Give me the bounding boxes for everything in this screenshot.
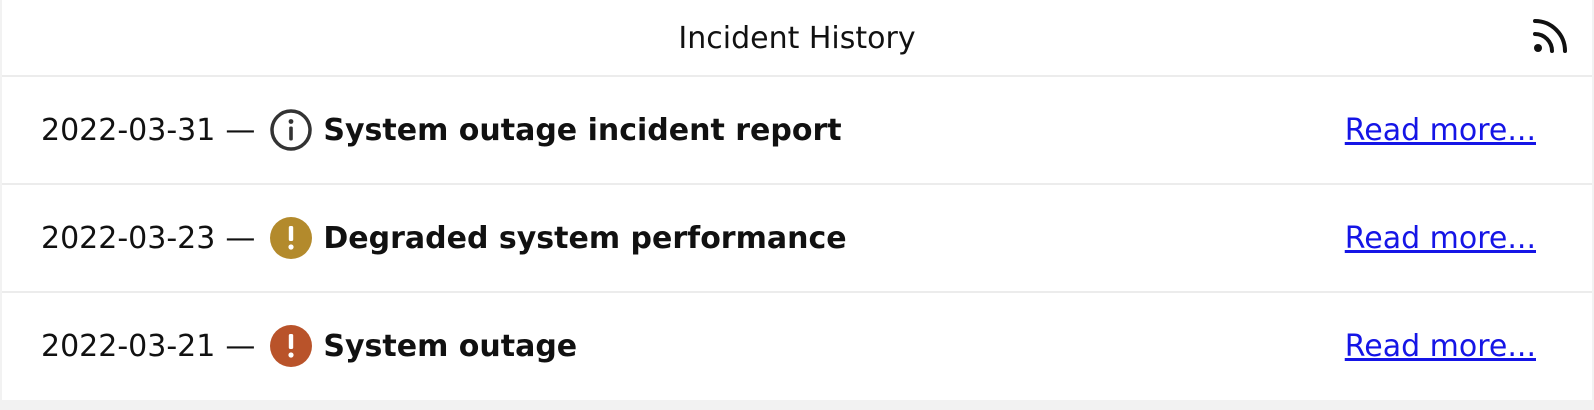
incident-title: Degraded system performance — [323, 220, 847, 256]
incident-history-header: Incident History — [2, 0, 1592, 77]
incident-row: 2022-03-21 — System outage Read more... — [2, 293, 1592, 399]
warning-icon — [269, 216, 313, 260]
date-separator: — — [225, 112, 256, 148]
incident-date: 2022-03-21 — [41, 328, 216, 364]
date-separator: — — [225, 328, 256, 364]
incident-row: 2022-03-23 — Degraded system performance… — [2, 185, 1592, 293]
incident-history-panel: Incident History 2022-03-31 — System out… — [2, 0, 1592, 400]
page-title: Incident History — [678, 20, 916, 56]
date-separator: — — [225, 220, 256, 256]
read-more-link[interactable]: Read more... — [1345, 329, 1536, 364]
info-icon — [269, 108, 313, 152]
alert-icon — [269, 324, 313, 368]
incident-row: 2022-03-31 — System outage incident repo… — [2, 77, 1592, 185]
read-more-link[interactable]: Read more... — [1345, 113, 1536, 148]
read-more-link[interactable]: Read more... — [1345, 221, 1536, 256]
rss-icon[interactable] — [1532, 16, 1570, 54]
incident-title: System outage — [323, 328, 578, 364]
incident-date: 2022-03-23 — [41, 220, 216, 256]
incident-date: 2022-03-31 — [41, 112, 216, 148]
incident-title: System outage incident report — [323, 112, 842, 148]
